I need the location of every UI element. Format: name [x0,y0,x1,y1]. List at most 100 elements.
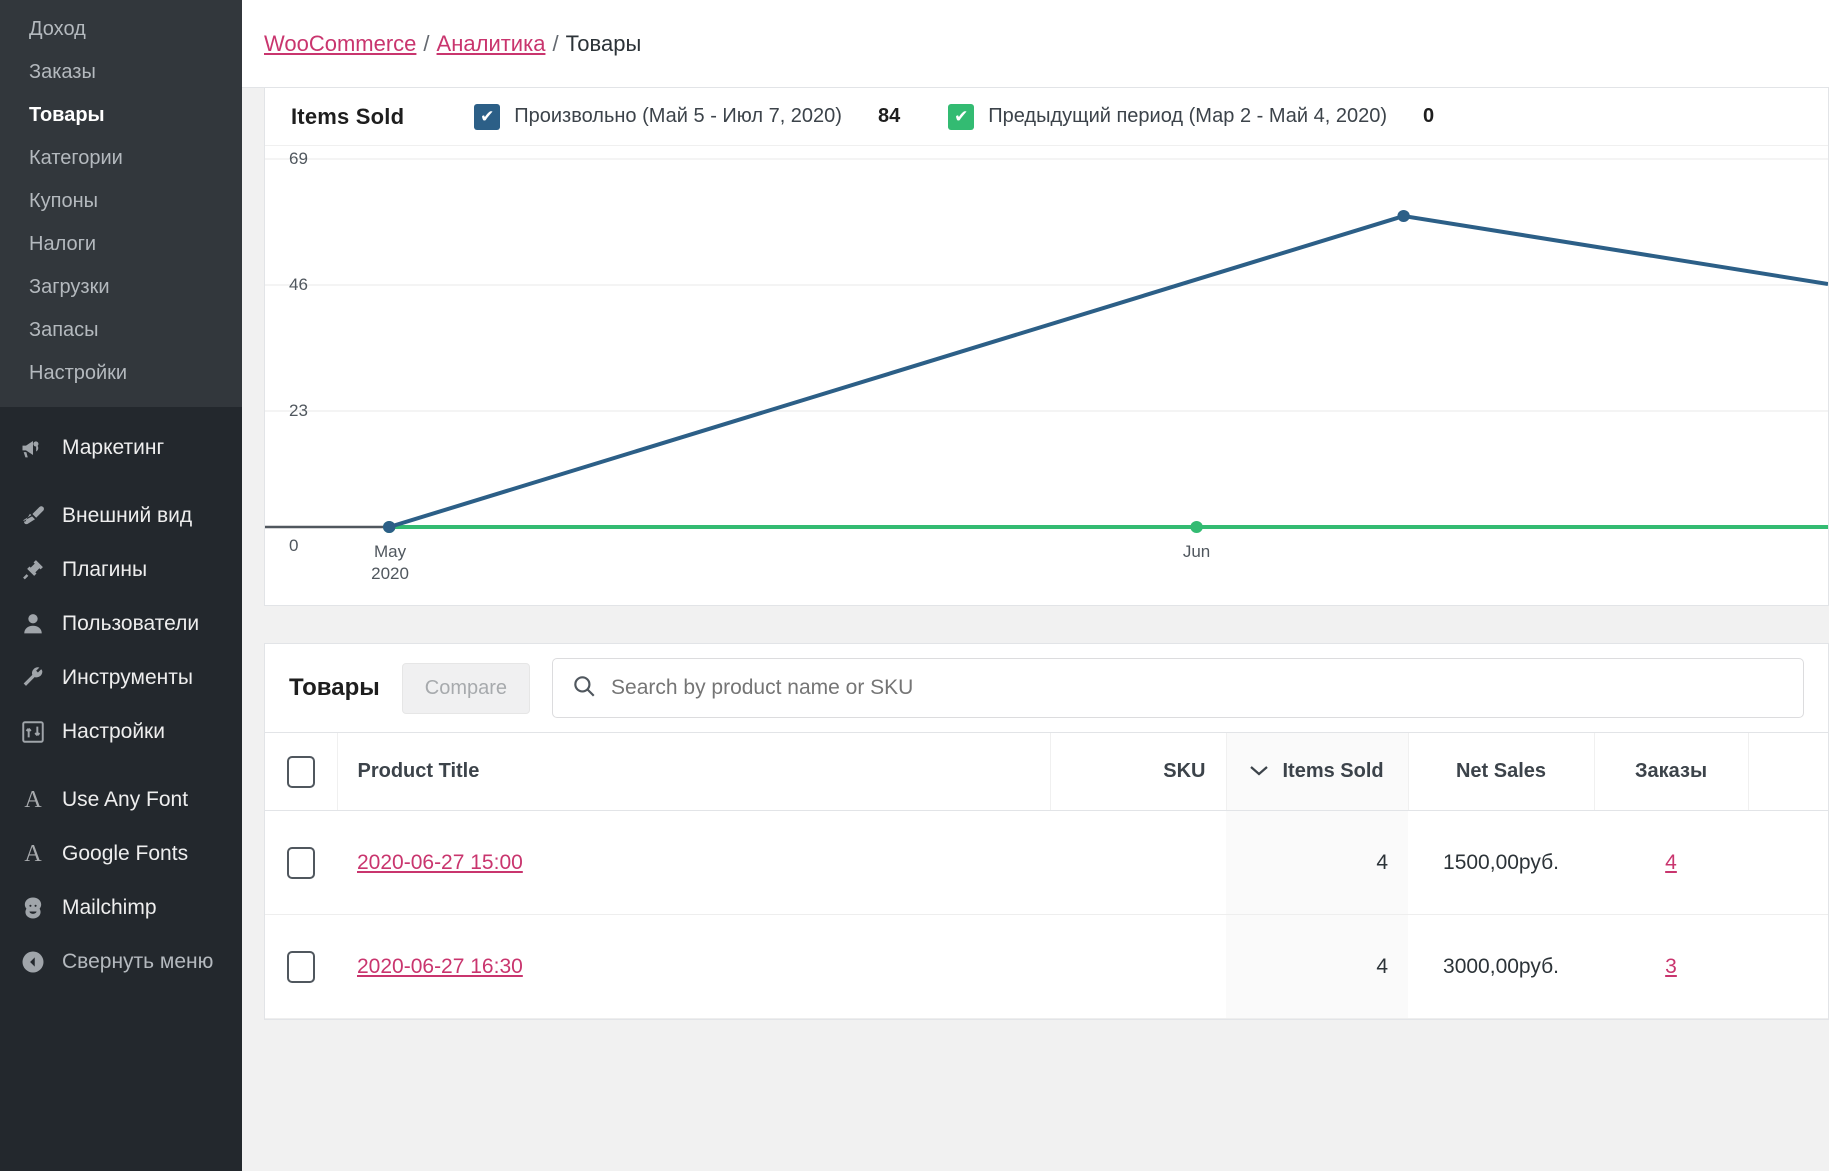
column-header-items-sold[interactable]: Items Sold [1225,732,1408,811]
column-header-sku[interactable]: SKU [1049,732,1226,811]
sidebar-item-plugins[interactable]: Плагины [0,543,242,597]
cell-net-sales: 1500,00руб. [1408,810,1594,915]
letter-a-icon: A [24,840,42,867]
sidebar-item-revenue[interactable]: Доход [0,8,242,51]
legend-item-current-period[interactable]: ✔ Произвольно (Май 5 - Июл 7, 2020) 84 [474,103,900,130]
column-header-product-title[interactable]: Product Title [336,732,1050,811]
cell-sku [1050,914,1226,1019]
chevron-down-icon [1247,760,1271,783]
sidebar-item-users[interactable]: Пользователи [0,597,242,651]
breadcrumb-link-woocommerce[interactable]: WooCommerce [264,31,416,56]
cell-items-sold: 4 [1226,914,1408,1019]
sidebar-item-appearance[interactable]: Внешний вид [0,489,242,543]
user-icon [18,609,48,639]
legend-item-previous-period[interactable]: ✔ Предыдущий период (Мар 2 - Май 4, 2020… [948,103,1435,130]
sidebar-item-label: Доход [29,18,86,40]
sidebar-item-marketing[interactable]: Маркетинг [0,421,242,475]
admin-sidebar: Доход Заказы Товары Категории Купоны Нал… [0,0,242,1171]
breadcrumb-current: Товары [565,30,642,56]
series-point-previous [1190,521,1203,533]
cell-orders: 4 [1594,810,1748,915]
sidebar-item-categories[interactable]: Категории [0,137,242,180]
sidebar-divider [0,475,242,489]
products-table-card: Товары Compare Product Title [264,643,1829,1020]
sidebar-item-orders[interactable]: Заказы [0,51,242,94]
sidebar-item-label: Use Any Font [62,788,189,812]
sidebar-divider [0,759,242,773]
table-toolbar: Товары Compare [265,644,1828,732]
row-select-cell[interactable] [265,914,337,1019]
cell-product-title: 2020-06-27 16:30 [337,914,1050,1019]
table-row[interactable]: 2020-06-27 16:30 4 3000,00руб. 3 [265,914,1828,1019]
orders-link[interactable]: 4 [1665,851,1677,874]
sidebar-item-label: Google Fonts [62,842,189,866]
sidebar-item-coupons[interactable]: Купоны [0,180,242,223]
sidebar-item-use-any-font[interactable]: A Use Any Font [0,773,242,827]
y-axis-tick: 23 [289,401,308,420]
search-input[interactable] [611,676,1785,700]
sidebar-item-downloads[interactable]: Загрузки [0,266,242,309]
products-table: Product Title SKU Items Sold Net Sales З… [265,732,1828,1019]
sidebar-item-taxes[interactable]: Налоги [0,223,242,266]
legend-total-previous: 0 [1423,105,1435,127]
sidebar-divider [0,407,242,421]
row-checkbox[interactable] [287,846,315,879]
sidebar-item-tools[interactable]: Инструменты [0,651,242,705]
sidebar-item-mailchimp[interactable]: Mailchimp [0,881,242,935]
select-all-header[interactable] [265,732,337,811]
legend-label-previous: Предыдущий период (Мар 2 - Май 4, 2020) [988,105,1387,127]
column-header-orders[interactable]: Заказы [1593,732,1748,811]
x-axis-tick-sublabel: 2020 [371,564,409,584]
row-select-cell[interactable] [265,810,337,915]
sidebar-item-label: Купоны [29,190,99,212]
wrench-icon [18,663,48,693]
cell-extra [1748,914,1828,1019]
cell-net-sales: 3000,00руб. [1408,914,1594,1019]
sidebar-item-label: Запасы [29,319,99,341]
series-point-current [1397,210,1410,222]
y-axis-tick: 69 [289,149,308,168]
sidebar-item-stock[interactable]: Запасы [0,309,242,352]
y-axis-tick: 0 [289,536,299,555]
plug-icon [18,555,48,585]
mailchimp-icon [18,893,48,923]
compare-button[interactable]: Compare [401,662,531,714]
product-title-link[interactable]: 2020-06-27 15:00 [357,851,523,874]
sidebar-item-products[interactable]: Товары [0,94,242,137]
product-title-link[interactable]: 2020-06-27 16:30 [357,955,523,978]
legend-checkbox-previous[interactable]: ✔ [948,103,975,130]
letter-a-icon: A [24,786,42,813]
column-header-net-sales[interactable]: Net Sales [1407,732,1594,811]
chart-header: Items Sold ✔ Произвольно (Май 5 - Июл 7,… [265,88,1828,146]
chart-svg [265,158,1828,533]
column-header-extra [1747,732,1828,811]
sidebar-item-settings[interactable]: Настройки [0,352,242,395]
legend-checkbox-current[interactable]: ✔ [474,103,501,130]
page-header: WooCommerce / Аналитика / Товары [242,0,1829,88]
legend-label-current: Произвольно (Май 5 - Июл 7, 2020) [514,105,842,127]
breadcrumb-separator: / [423,30,430,56]
analytics-submenu: Доход Заказы Товары Категории Купоны Нал… [0,0,242,407]
cell-items-sold: 4 [1226,810,1408,915]
sidebar-item-label: Заказы [29,61,96,83]
sidebar-item-google-fonts[interactable]: A Google Fonts [0,827,242,881]
main-content: WooCommerce / Аналитика / Товары Items Sold … [242,0,1829,1171]
cell-sku [1050,810,1226,915]
sidebar-item-label: Товары [29,104,105,126]
sidebar-item-label: Загрузки [29,276,110,298]
row-checkbox[interactable] [287,950,315,983]
breadcrumb-link-analytics[interactable]: Аналитика [437,31,546,56]
select-all-checkbox[interactable] [286,755,315,788]
sidebar-item-settings-main[interactable]: Настройки [0,705,242,759]
breadcrumb-separator: / [552,30,559,56]
sidebar-item-collapse-menu[interactable]: Свернуть меню [0,935,242,989]
y-axis-tick: 46 [289,275,308,294]
sidebar-item-label: Настройки [62,720,165,744]
cell-product-title: 2020-06-27 15:00 [337,810,1050,915]
breadcrumb: WooCommerce / Аналитика / Товары [264,31,641,57]
table-row[interactable]: 2020-06-27 15:00 4 1500,00руб. 4 [265,810,1828,915]
sidebar-item-label: Mailchimp [62,896,157,920]
sidebar-item-label: Плагины [62,558,148,582]
search-box[interactable] [552,658,1804,718]
orders-link[interactable]: 3 [1665,955,1677,978]
